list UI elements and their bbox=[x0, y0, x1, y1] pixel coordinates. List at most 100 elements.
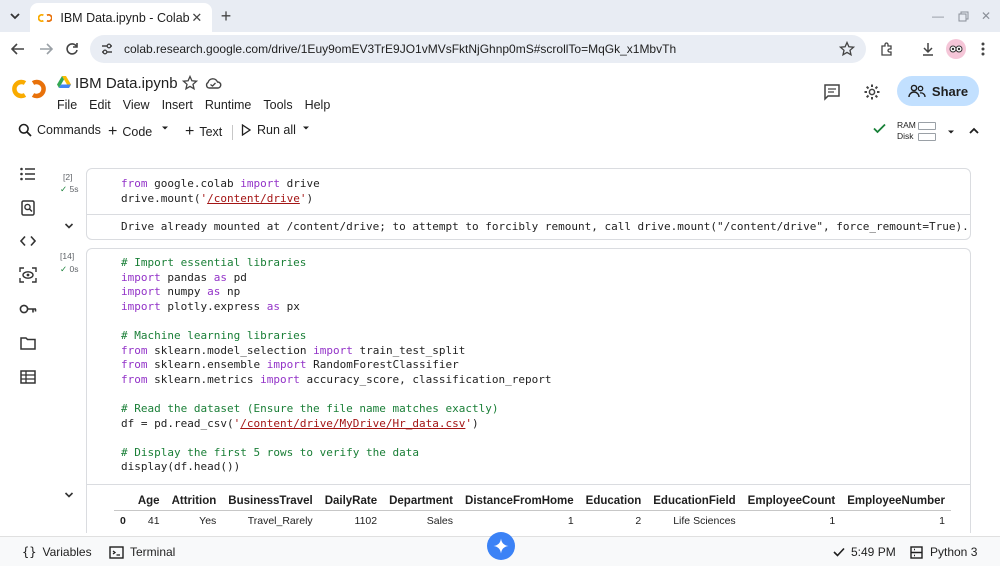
secrets-key-icon[interactable] bbox=[18, 299, 38, 319]
arrow-left-icon bbox=[11, 43, 24, 55]
new-tab-button[interactable]: + bbox=[216, 6, 236, 26]
ram-usage-bar bbox=[918, 122, 936, 130]
menu-runtime[interactable]: Runtime bbox=[205, 98, 252, 112]
browser-menu-icon[interactable] bbox=[974, 40, 992, 58]
browser-tab[interactable]: IBM Data.ipynb - Colab ✕ bbox=[30, 3, 212, 32]
table-of-contents-icon[interactable] bbox=[18, 164, 38, 184]
address-bar[interactable]: colab.research.google.com/drive/1Euy9omE… bbox=[90, 35, 866, 63]
find-replace-icon[interactable] bbox=[18, 198, 38, 218]
files-folder-icon[interactable] bbox=[18, 333, 38, 353]
caret-down-icon bbox=[303, 126, 309, 130]
play-icon bbox=[241, 124, 251, 136]
cell-2-status: ✓ 0s bbox=[60, 264, 78, 275]
check-icon: ✓ bbox=[60, 264, 68, 274]
code-cell-1-source[interactable]: from google.colab import drive drive.mou… bbox=[121, 177, 320, 206]
column-header: EmployeeCount bbox=[747, 495, 836, 508]
menu-edit[interactable]: Edit bbox=[89, 98, 111, 112]
data-table-icon[interactable] bbox=[18, 367, 38, 387]
code-snippets-icon[interactable] bbox=[18, 231, 38, 251]
cell-1-collapse-output[interactable] bbox=[62, 219, 76, 233]
menu-view[interactable]: View bbox=[123, 98, 150, 112]
execution-time: 5:49 PM bbox=[851, 545, 896, 559]
reload-icon bbox=[66, 43, 78, 55]
back-button[interactable] bbox=[8, 39, 28, 59]
tab-search-button[interactable] bbox=[4, 5, 26, 27]
column-header: Attrition bbox=[171, 495, 217, 508]
runtime-dropdown[interactable] bbox=[946, 127, 956, 137]
resource-monitor[interactable]: RAM Disk bbox=[897, 120, 916, 142]
cell-1-output-divider bbox=[86, 214, 971, 215]
terminal-icon bbox=[109, 545, 124, 559]
column-header: DistanceFromHome bbox=[465, 495, 574, 508]
close-tab-icon[interactable]: ✕ bbox=[190, 10, 204, 26]
notebook-title[interactable]: IBM Data.ipynb bbox=[75, 75, 178, 92]
download-icon[interactable] bbox=[919, 40, 937, 58]
add-code-button[interactable]: + Code bbox=[108, 123, 152, 141]
cloud-saved-icon[interactable] bbox=[204, 75, 222, 91]
table-cell: 1 bbox=[841, 509, 951, 528]
column-header: Department bbox=[389, 495, 454, 508]
cell-1-duration: 5s bbox=[69, 184, 79, 194]
menu-help[interactable]: Help bbox=[305, 98, 331, 112]
commands-button[interactable]: Commands bbox=[18, 123, 101, 137]
chevron-down-icon bbox=[64, 223, 74, 229]
chevron-up-icon bbox=[969, 127, 979, 134]
close-window-icon[interactable]: ✕ bbox=[978, 8, 994, 24]
server-icon bbox=[910, 545, 923, 559]
run-all-button[interactable]: Run all bbox=[241, 123, 296, 137]
add-text-button[interactable]: + Text bbox=[185, 123, 222, 141]
chevron-down-icon bbox=[64, 492, 74, 498]
url-text: colab.research.google.com/drive/1Euy9omE… bbox=[124, 42, 677, 56]
profile-avatar[interactable] bbox=[946, 39, 966, 59]
gemini-button[interactable] bbox=[487, 532, 515, 560]
bookmark-star-icon[interactable] bbox=[838, 40, 856, 58]
menu-tools[interactable]: Tools bbox=[263, 98, 292, 112]
menu-file[interactable]: File bbox=[57, 98, 77, 112]
column-header bbox=[114, 493, 132, 510]
table-cell: 41 bbox=[131, 509, 166, 528]
comments-icon[interactable] bbox=[822, 82, 842, 102]
runtime-info-button[interactable]: Python 3 bbox=[910, 545, 977, 559]
site-settings-icon[interactable] bbox=[98, 40, 116, 58]
table-cell: Life Sciences bbox=[647, 509, 742, 528]
execution-status[interactable]: 5:49 PM bbox=[833, 545, 896, 559]
cell-1-exec-count: [2] bbox=[63, 172, 73, 182]
add-code-dropdown[interactable] bbox=[160, 123, 170, 133]
toolbar-divider bbox=[232, 125, 233, 140]
terminal-button[interactable]: Terminal bbox=[109, 545, 175, 559]
column-header: Education bbox=[585, 495, 642, 508]
variables-inspector-icon[interactable] bbox=[18, 265, 38, 285]
arrow-right-icon bbox=[40, 43, 53, 55]
restore-icon[interactable] bbox=[955, 8, 971, 24]
chevron-down-icon bbox=[10, 13, 20, 20]
cell-2-duration: 0s bbox=[69, 264, 79, 274]
run-all-dropdown[interactable] bbox=[301, 123, 311, 133]
table-cell: Yes bbox=[165, 509, 223, 528]
cell-1-status: ✓ 5s bbox=[60, 184, 78, 195]
caret-down-icon bbox=[948, 130, 954, 134]
forward-button[interactable] bbox=[36, 39, 56, 59]
dataframe-table: Age Attrition BusinessTravel DailyRate D… bbox=[114, 493, 951, 528]
share-label: Share bbox=[931, 83, 969, 99]
table-row: 0 41 Yes Travel_Rarely 1102 Sales 1 2 Li… bbox=[114, 509, 951, 528]
table-cell: 2 bbox=[579, 509, 648, 528]
colab-favicon-icon bbox=[38, 13, 53, 22]
code-cell-2-source[interactable]: # Import essential libraries import pand… bbox=[121, 256, 552, 475]
column-header: BusinessTravel bbox=[228, 495, 313, 508]
reload-button[interactable] bbox=[62, 39, 82, 59]
minimize-icon[interactable]: — bbox=[930, 8, 946, 24]
runtime-connected-check-icon bbox=[873, 123, 886, 134]
colab-logo[interactable] bbox=[12, 79, 46, 99]
extensions-icon[interactable] bbox=[878, 40, 896, 58]
caret-down-icon bbox=[162, 126, 168, 130]
star-icon[interactable] bbox=[182, 75, 198, 91]
settings-gear-icon[interactable] bbox=[862, 82, 882, 102]
collapse-header-button[interactable] bbox=[968, 125, 980, 137]
cell-2-collapse-output[interactable] bbox=[62, 488, 76, 502]
share-button[interactable]: Share bbox=[897, 76, 979, 106]
variables-button[interactable]: {} Variables bbox=[22, 545, 92, 559]
cell-1-output: Drive already mounted at /content/drive;… bbox=[121, 220, 969, 233]
menu-insert[interactable]: Insert bbox=[162, 98, 193, 112]
menu-bar: File Edit View Insert Runtime Tools Help bbox=[57, 98, 342, 112]
disk-usage-bar bbox=[918, 133, 936, 141]
